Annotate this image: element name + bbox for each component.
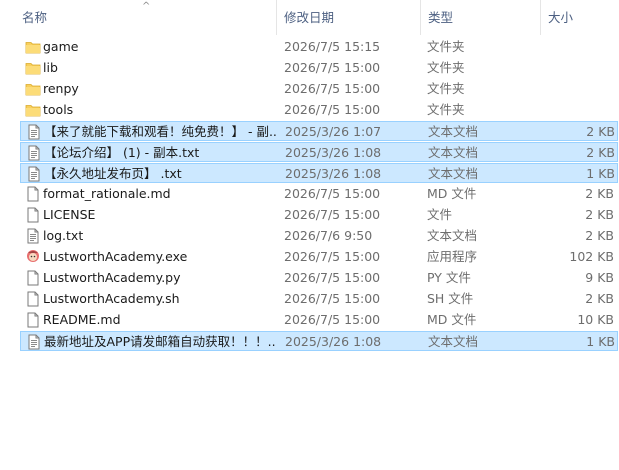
file-date: 2026/7/5 15:00 bbox=[284, 207, 381, 222]
file-size: 2 KB bbox=[586, 124, 615, 139]
file-size bbox=[540, 37, 614, 57]
file-name: 最新地址及APP请发邮箱自动获取！！！... bbox=[44, 334, 276, 349]
folder-icon bbox=[25, 102, 41, 118]
column-header-date[interactable]: 修改日期 bbox=[284, 0, 334, 35]
file-size bbox=[540, 79, 614, 99]
file-size: 2 KB bbox=[585, 207, 614, 222]
column-divider[interactable] bbox=[540, 0, 541, 35]
folder-icon bbox=[25, 39, 41, 55]
sort-ascending-icon: ^ bbox=[142, 1, 151, 12]
file-size: 2 KB bbox=[585, 291, 614, 306]
file-date: 2026/7/5 15:00 bbox=[284, 291, 381, 306]
file-type: MD 文件 bbox=[427, 186, 477, 201]
file-type: PY 文件 bbox=[427, 270, 471, 285]
file-size: 1 KB bbox=[586, 166, 615, 181]
file-size bbox=[540, 100, 614, 120]
file-name: 【永久地址发布页】 .txt bbox=[44, 166, 182, 181]
file-name: LustworthAcademy.exe bbox=[43, 249, 188, 264]
file-icon bbox=[25, 207, 41, 223]
text-document-icon bbox=[26, 334, 42, 350]
file-row[interactable]: 【来了就能下载和观看！纯免费！】 - 副... 2025/3/26 1:07 文本文… bbox=[20, 121, 618, 141]
file-row[interactable]: lib 2026/7/5 15:00 文件夹 bbox=[20, 58, 618, 78]
folder-icon bbox=[25, 60, 41, 76]
file-row[interactable]: LustworthAcademy.sh 2026/7/5 15:00 SH 文件 2 … bbox=[20, 289, 618, 309]
file-type: SH 文件 bbox=[427, 291, 474, 306]
file-icon bbox=[25, 186, 41, 202]
file-date: 2026/7/5 15:00 bbox=[284, 102, 381, 117]
column-header-type[interactable]: 类型 bbox=[428, 0, 453, 35]
file-icon bbox=[25, 270, 41, 286]
column-header-size[interactable]: 大小 bbox=[548, 0, 573, 35]
file-type: 应用程序 bbox=[427, 249, 478, 264]
file-size: 2 KB bbox=[585, 186, 614, 201]
file-name: LICENSE bbox=[43, 207, 96, 222]
file-size: 10 KB bbox=[577, 312, 614, 327]
column-divider[interactable] bbox=[276, 0, 277, 35]
file-size: 2 KB bbox=[585, 228, 614, 243]
file-date: 2026/7/5 15:00 bbox=[284, 60, 381, 75]
file-type: MD 文件 bbox=[427, 312, 477, 327]
file-type: 文本文档 bbox=[428, 145, 479, 160]
file-date: 2026/7/5 15:00 bbox=[284, 186, 381, 201]
app-icon bbox=[25, 249, 41, 265]
file-name: renpy bbox=[43, 81, 79, 96]
file-date: 2025/3/26 1:08 bbox=[285, 145, 382, 160]
file-date: 2026/7/5 15:00 bbox=[284, 312, 381, 327]
file-row[interactable]: format_rationale.md 2026/7/5 15:00 MD 文件 2 … bbox=[20, 184, 618, 204]
file-date: 2026/7/5 15:00 bbox=[284, 270, 381, 285]
file-name: LustworthAcademy.sh bbox=[43, 291, 180, 306]
file-row[interactable]: renpy 2026/7/5 15:00 文件夹 bbox=[20, 79, 618, 99]
file-name: log.txt bbox=[43, 228, 84, 243]
text-document-icon bbox=[26, 124, 42, 140]
file-size: 102 KB bbox=[569, 249, 614, 264]
file-type: 文件夹 bbox=[427, 81, 465, 96]
file-row[interactable]: 最新地址及APP请发邮箱自动获取！！！... 2025/3/26 1:08 文本文档… bbox=[20, 331, 618, 351]
column-divider[interactable] bbox=[420, 0, 421, 35]
text-document-icon bbox=[26, 166, 42, 182]
file-date: 2026/7/5 15:15 bbox=[284, 39, 381, 54]
file-size: 1 KB bbox=[586, 334, 615, 349]
file-row[interactable]: tools 2026/7/5 15:00 文件夹 bbox=[20, 100, 618, 120]
file-row[interactable]: 【论坛介绍】 (1) - 副本.txt 2025/3/26 1:08 文本文档 2 K… bbox=[20, 142, 618, 162]
file-size: 9 KB bbox=[585, 270, 614, 285]
file-name: lib bbox=[43, 60, 58, 75]
file-type: 文本文档 bbox=[428, 166, 479, 181]
file-size bbox=[540, 58, 614, 78]
file-type: 文本文档 bbox=[427, 228, 478, 243]
file-row[interactable]: log.txt 2026/7/6 9:50 文本文档 2 KB bbox=[20, 226, 618, 246]
file-name: README.md bbox=[43, 312, 121, 327]
file-date: 2026/7/5 15:00 bbox=[284, 81, 381, 96]
file-row[interactable]: game 2026/7/5 15:15 文件夹 bbox=[20, 37, 618, 57]
column-header-bar: 名称 ^ 修改日期 类型 大小 bbox=[0, 0, 619, 35]
file-date: 2025/3/26 1:08 bbox=[285, 334, 382, 349]
column-header-name[interactable]: 名称 bbox=[22, 0, 47, 35]
file-name: game bbox=[43, 39, 79, 54]
file-size: 2 KB bbox=[586, 145, 615, 160]
file-row[interactable]: 【永久地址发布页】 .txt 2025/3/26 1:08 文本文档 1 KB bbox=[20, 163, 618, 183]
text-document-icon bbox=[25, 228, 41, 244]
file-date: 2025/3/26 1:08 bbox=[285, 166, 382, 181]
file-type: 文本文档 bbox=[428, 124, 479, 139]
file-type: 文件夹 bbox=[427, 60, 465, 75]
file-name: tools bbox=[43, 102, 74, 117]
file-row[interactable]: README.md 2026/7/5 15:00 MD 文件 10 KB bbox=[20, 310, 618, 330]
file-icon bbox=[25, 312, 41, 328]
file-row[interactable]: LICENSE 2026/7/5 15:00 文件 2 KB bbox=[20, 205, 618, 225]
folder-icon bbox=[25, 81, 41, 97]
file-type: 文件夹 bbox=[427, 102, 465, 117]
file-type: 文件夹 bbox=[427, 39, 465, 54]
file-date: 2026/7/6 9:50 bbox=[284, 228, 373, 243]
file-icon bbox=[25, 291, 41, 307]
file-row[interactable]: LustworthAcademy.exe 2026/7/5 15:00 应用程序 10… bbox=[20, 247, 618, 267]
file-type: 文本文档 bbox=[428, 334, 479, 349]
file-name: format_rationale.md bbox=[43, 186, 171, 201]
file-name: 【论坛介绍】 (1) - 副本.txt bbox=[44, 145, 200, 160]
file-type: 文件 bbox=[427, 207, 453, 222]
file-name: LustworthAcademy.py bbox=[43, 270, 181, 285]
file-name: 【来了就能下载和观看！纯免费！】 - 副... bbox=[44, 124, 276, 139]
text-document-icon bbox=[26, 145, 42, 161]
file-date: 2025/3/26 1:07 bbox=[285, 124, 382, 139]
file-row[interactable]: LustworthAcademy.py 2026/7/5 15:00 PY 文件 9 … bbox=[20, 268, 618, 288]
file-date: 2026/7/5 15:00 bbox=[284, 249, 381, 264]
